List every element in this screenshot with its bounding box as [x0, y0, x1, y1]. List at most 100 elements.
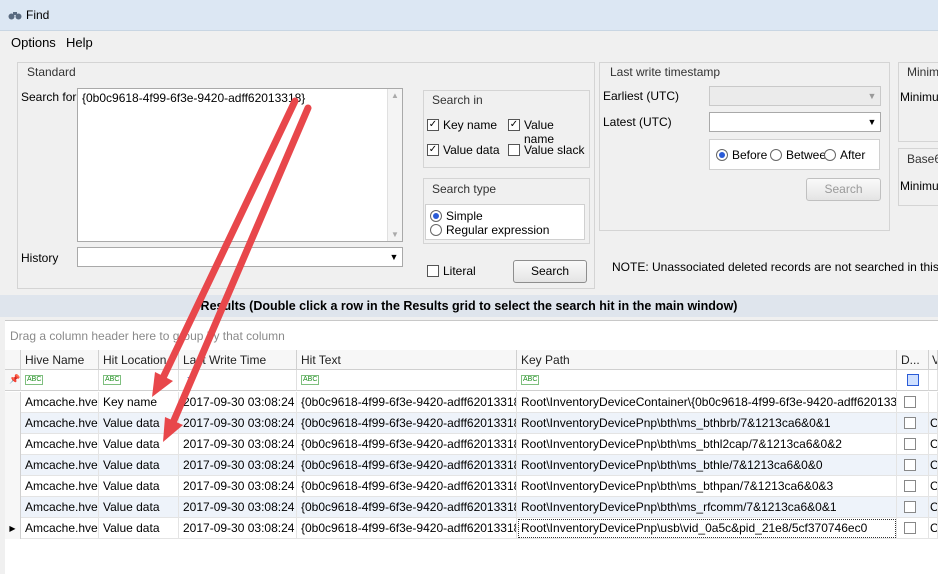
table-row[interactable]: Amcache.hve Value data 2017-09-30 03:08:24…	[5, 413, 938, 434]
column-key-path[interactable]: Key Path	[517, 350, 897, 370]
cell-v[interactable]: C	[929, 413, 938, 434]
between-radio[interactable]	[770, 149, 782, 161]
text-filter-icon[interactable]: ABC	[103, 375, 122, 385]
cell-last-write-time[interactable]: 2017-09-30 03:08:24	[179, 518, 297, 539]
deleted-checkbox[interactable]	[904, 522, 916, 534]
cell-hit-location[interactable]: Value data	[99, 497, 179, 518]
column-hive-name[interactable]: Hive Name	[21, 350, 99, 370]
cell-hive-name[interactable]: Amcache.hve	[21, 497, 99, 518]
cell-key-path[interactable]: Root\InventoryDevicePnp\bth\ms_bthle/7&1…	[517, 455, 897, 476]
value-slack-checkbox[interactable]	[508, 144, 520, 156]
row-indicator-icon[interactable]	[5, 497, 21, 518]
cell-hit-location[interactable]: Value data	[99, 434, 179, 455]
cell-hit-text[interactable]: {0b0c9618-4f99-6f3e-9420-adff62013318}	[297, 455, 517, 476]
column-hit-text[interactable]: Hit Text	[297, 350, 517, 370]
cell-hit-text[interactable]: {0b0c9618-4f99-6f3e-9420-adff62013318}	[297, 413, 517, 434]
table-row[interactable]: Amcache.hve Value data 2017-09-30 03:08:24…	[5, 455, 938, 476]
row-indicator-icon[interactable]	[5, 455, 21, 476]
deleted-checkbox[interactable]	[904, 459, 916, 471]
cell-hive-name[interactable]: Amcache.hve	[21, 455, 99, 476]
cell-key-path[interactable]: Root\InventoryDevicePnp\bth\ms_bthpan/7&…	[517, 476, 897, 497]
cell-last-write-time[interactable]: 2017-09-30 03:08:24	[179, 497, 297, 518]
text-filter-icon[interactable]: ABC	[301, 375, 320, 385]
cell-last-write-time[interactable]: 2017-09-30 03:08:24	[179, 413, 297, 434]
cell-key-path[interactable]: Root\InventoryDeviceContainer\{0b0c9618-…	[517, 392, 897, 413]
literal-checkbox[interactable]	[427, 265, 439, 277]
table-row[interactable]: Amcache.hve Key name 2017-09-30 03:08:24 {0…	[5, 392, 938, 413]
cell-hit-text[interactable]: {0b0c9618-4f99-6f3e-9420-adff62013318}	[297, 518, 517, 539]
cell-hit-location[interactable]: Value data	[99, 518, 179, 539]
table-row[interactable]: Amcache.hve Value data 2017-09-30 03:08:24…	[5, 476, 938, 497]
search-for-scrollbar[interactable]: ▲ ▼	[387, 89, 402, 241]
cell-hive-name[interactable]: Amcache.hve	[21, 518, 99, 539]
filter-hive-name[interactable]: ABC	[21, 370, 99, 391]
cell-hit-text[interactable]: {0b0c9618-4f99-6f3e-9420-adff62013318}	[297, 476, 517, 497]
equals-filter-icon[interactable]: =	[187, 372, 194, 386]
table-row[interactable]: Amcache.hve Value data 2017-09-30 03:08:24…	[5, 497, 938, 518]
cell-key-path[interactable]: Root\InventoryDevicePnp\bth\ms_bthbrb/7&…	[517, 413, 897, 434]
menu-help[interactable]: Help	[66, 35, 93, 50]
cell-v[interactable]: C	[929, 497, 938, 518]
filter-last-write-time[interactable]: =	[179, 370, 297, 391]
filter-hit-text[interactable]: ABC	[297, 370, 517, 391]
filter-key-path[interactable]: ABC	[517, 370, 897, 391]
table-row[interactable]: ▶ Amcache.hve Value data 2017-09-30 03:08:2…	[5, 518, 938, 539]
search-for-input[interactable]: {0b0c9618-4f99-6f3e-9420-adff62013318} ▲…	[77, 88, 403, 242]
timestamp-search-button[interactable]: Search	[806, 178, 881, 201]
history-combo[interactable]: ▼	[77, 247, 403, 267]
cell-hit-text[interactable]: {0b0c9618-4f99-6f3e-9420-adff62013318}	[297, 392, 517, 413]
deleted-checkbox[interactable]	[904, 396, 916, 408]
search-button[interactable]: Search	[513, 260, 587, 283]
cell-v[interactable]: C	[929, 518, 938, 539]
table-row[interactable]: Amcache.hve Value data 2017-09-30 03:08:24…	[5, 434, 938, 455]
scroll-down-icon[interactable]: ▼	[391, 230, 399, 239]
menu-options[interactable]: Options	[11, 35, 56, 50]
text-filter-icon[interactable]: ABC	[25, 375, 44, 385]
row-indicator-icon[interactable]	[5, 434, 21, 455]
value-data-checkbox[interactable]: ✓	[427, 144, 439, 156]
row-indicator-icon[interactable]	[5, 413, 21, 434]
filter-hit-location[interactable]: ABC	[99, 370, 179, 391]
text-filter-icon[interactable]: ABC	[521, 375, 540, 385]
cell-hit-location[interactable]: Key name	[99, 392, 179, 413]
pin-icon[interactable]: 📌	[9, 374, 20, 385]
before-radio[interactable]	[716, 149, 728, 161]
cell-deleted[interactable]	[897, 518, 929, 539]
cell-hit-location[interactable]: Value data	[99, 413, 179, 434]
row-indicator-icon[interactable]	[5, 476, 21, 497]
chevron-down-icon[interactable]: ▼	[866, 116, 878, 128]
cell-key-path[interactable]: Root\InventoryDevicePnp\usb\vid_0a5c&pid…	[517, 518, 897, 539]
value-name-checkbox[interactable]: ✓	[508, 119, 520, 131]
cell-deleted[interactable]	[897, 476, 929, 497]
cell-last-write-time[interactable]: 2017-09-30 03:08:24	[179, 455, 297, 476]
cell-hive-name[interactable]: Amcache.hve	[21, 476, 99, 497]
filter-pin[interactable]: 📌	[5, 370, 21, 391]
simple-radio[interactable]	[430, 210, 442, 222]
deleted-checkbox[interactable]	[904, 438, 916, 450]
cell-key-path[interactable]: Root\InventoryDevicePnp\bth\ms_rfcomm/7&…	[517, 497, 897, 518]
cell-deleted[interactable]	[897, 497, 929, 518]
filter-v[interactable]	[929, 370, 938, 391]
column-v[interactable]: V	[929, 350, 938, 370]
earliest-combo[interactable]: ▼	[709, 86, 881, 106]
cell-v[interactable]: C	[929, 434, 938, 455]
cell-hit-text[interactable]: {0b0c9618-4f99-6f3e-9420-adff62013318}	[297, 497, 517, 518]
deleted-checkbox[interactable]	[904, 501, 916, 513]
scroll-up-icon[interactable]: ▲	[391, 91, 399, 100]
cell-deleted[interactable]	[897, 434, 929, 455]
key-name-checkbox[interactable]: ✓	[427, 119, 439, 131]
latest-combo[interactable]: ▼	[709, 112, 881, 132]
cell-v[interactable]: C	[929, 476, 938, 497]
deleted-checkbox[interactable]	[904, 480, 916, 492]
chevron-down-icon[interactable]: ▼	[388, 251, 400, 263]
filter-checkbox[interactable]	[907, 374, 919, 386]
cell-deleted[interactable]	[897, 392, 929, 413]
regex-radio[interactable]	[430, 224, 442, 236]
cell-last-write-time[interactable]: 2017-09-30 03:08:24	[179, 434, 297, 455]
cell-v[interactable]	[929, 392, 938, 413]
cell-v[interactable]: C	[929, 455, 938, 476]
cell-last-write-time[interactable]: 2017-09-30 03:08:24	[179, 392, 297, 413]
cell-last-write-time[interactable]: 2017-09-30 03:08:24	[179, 476, 297, 497]
cell-hive-name[interactable]: Amcache.hve	[21, 413, 99, 434]
filter-deleted[interactable]	[897, 370, 929, 391]
